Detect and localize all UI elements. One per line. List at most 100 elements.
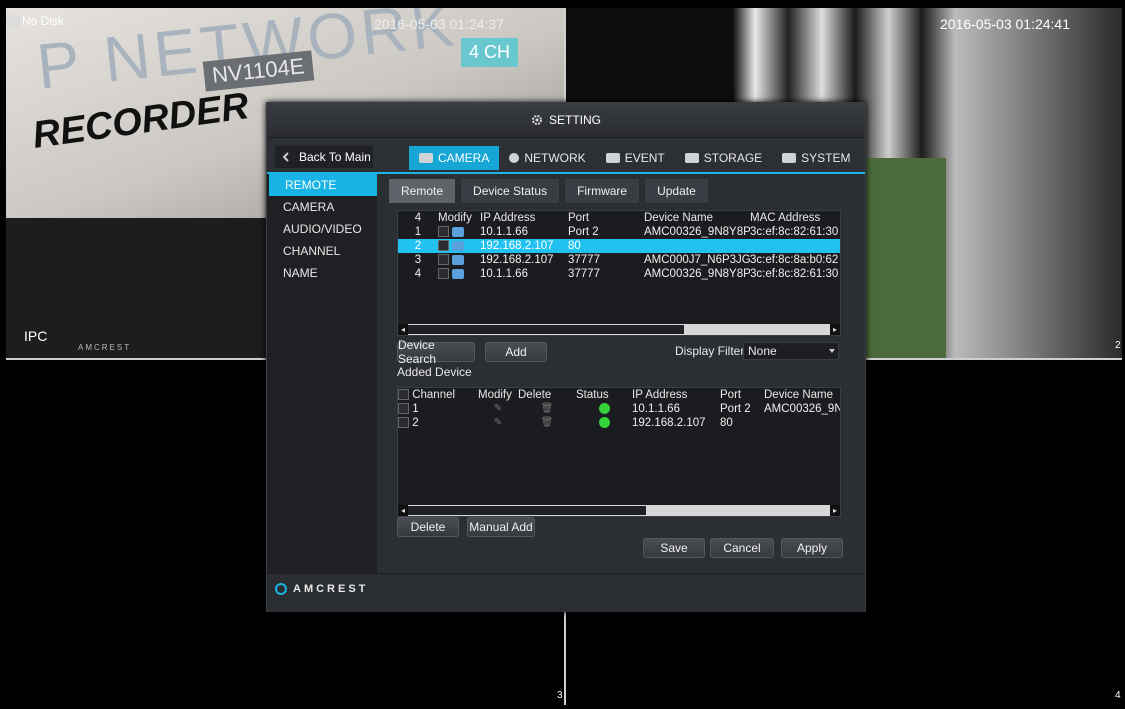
row-checkbox[interactable] bbox=[438, 240, 449, 252]
column-header-mac: MAC Address bbox=[750, 212, 821, 224]
gear-icon bbox=[531, 115, 542, 125]
scroll-left-icon[interactable]: ◂ bbox=[398, 324, 408, 335]
edit-icon[interactable] bbox=[452, 240, 465, 251]
column-header-device-name: Device Name bbox=[644, 212, 714, 224]
scroll-thumb[interactable] bbox=[408, 325, 684, 334]
row-channel-number: 1 bbox=[412, 403, 419, 415]
tab-camera[interactable]: CAMERA bbox=[409, 146, 500, 170]
trash-icon[interactable]: 🗑 bbox=[518, 416, 576, 430]
row-mac bbox=[750, 239, 840, 253]
device-search-button[interactable]: Device Search bbox=[397, 338, 475, 366]
sidebar-item-remote[interactable]: REMOTE bbox=[269, 174, 377, 196]
row-ip: 10.1.1.66 bbox=[480, 226, 528, 238]
column-header-device-name: Device Name bbox=[764, 389, 834, 401]
no-disk-status: No Disk bbox=[6, 14, 64, 28]
sidebar-item-camera[interactable]: CAMERA bbox=[267, 196, 377, 218]
row-status bbox=[576, 416, 632, 430]
chevron-down-icon bbox=[829, 349, 835, 353]
row-number: 4 bbox=[414, 268, 422, 280]
network-icon bbox=[509, 153, 520, 163]
horizontal-scrollbar[interactable]: ◂ ▸ bbox=[398, 505, 840, 516]
column-header-channel-label: Channel bbox=[412, 389, 456, 401]
camera-box-label: 4 CH bbox=[461, 38, 519, 67]
edit-icon[interactable] bbox=[452, 268, 465, 279]
row-status bbox=[576, 402, 632, 416]
added-device-label: Added Device bbox=[397, 365, 472, 379]
camera-timestamp-1: 2016-05-03 01:24:37 bbox=[374, 16, 504, 32]
tab-system[interactable]: SYSTEM bbox=[772, 146, 860, 170]
table-row-selected[interactable]: 2 192.168.2.107 80 bbox=[398, 239, 840, 253]
column-header-port: Port bbox=[568, 212, 590, 224]
tab-system-label: SYSTEM bbox=[801, 151, 851, 165]
camera-brand-watermark: AMCREST bbox=[78, 343, 132, 352]
edit-icon[interactable] bbox=[452, 226, 465, 237]
column-header-ip: IP Address bbox=[480, 212, 536, 224]
row-ip: 192.168.2.107 bbox=[480, 240, 554, 252]
added-device-table: Channel Modify Delete Status IP Address … bbox=[397, 387, 841, 517]
tab-update[interactable]: Update bbox=[645, 179, 708, 203]
column-header-count: 4 bbox=[414, 212, 422, 224]
storage-icon bbox=[684, 153, 699, 163]
row-port: 80 bbox=[568, 240, 581, 252]
status-online-icon bbox=[598, 403, 610, 415]
tab-storage[interactable]: STORAGE bbox=[675, 146, 772, 170]
row-port: Port 2 bbox=[568, 226, 599, 238]
tab-firmware[interactable]: Firmware bbox=[565, 179, 640, 203]
column-header-port: Port bbox=[720, 389, 742, 401]
row-checkbox[interactable] bbox=[438, 226, 449, 238]
row-checkbox[interactable] bbox=[398, 403, 409, 415]
scroll-left-icon[interactable]: ◂ bbox=[398, 505, 408, 516]
apply-button[interactable]: Apply bbox=[781, 538, 843, 558]
column-header-delete: Delete bbox=[518, 389, 552, 401]
display-filter-label: Display Filter bbox=[675, 344, 745, 358]
tab-network[interactable]: NETWORK bbox=[499, 146, 595, 170]
edit-icon[interactable] bbox=[452, 254, 465, 265]
row-channel: 2 bbox=[398, 416, 478, 430]
table-row[interactable]: 2 ✎ 🗑 192.168.2.107 80 bbox=[398, 416, 840, 430]
horizontal-scrollbar[interactable]: ◂ ▸ bbox=[398, 324, 840, 335]
scroll-thumb[interactable] bbox=[408, 506, 646, 515]
amcrest-logo: AMCREST bbox=[275, 583, 368, 595]
table-row[interactable]: 1 ✎ 🗑 10.1.1.66 Port 2 AMC00326_9N bbox=[398, 402, 840, 416]
column-header-status: Status bbox=[576, 389, 609, 401]
main-tabs: CAMERA NETWORK EVENT STORAGE SYSTEM bbox=[409, 146, 861, 170]
logo-ring-icon bbox=[275, 583, 287, 595]
row-modify bbox=[438, 225, 480, 239]
row-modify bbox=[438, 239, 480, 253]
row-device-name: AMC00326_9N8Y8P bbox=[644, 226, 750, 238]
row-mac: 3c:ef:8c:82:61:30 bbox=[750, 268, 839, 280]
back-to-main-button[interactable]: Back To Main bbox=[275, 146, 373, 168]
table-row[interactable]: 4 10.1.1.66 37777 AMC00326_9N8Y8P 3c:ef:… bbox=[398, 267, 840, 281]
pencil-icon[interactable]: ✎ bbox=[478, 402, 518, 416]
manual-add-button[interactable]: Manual Add bbox=[467, 517, 535, 537]
sidebar-item-channel-name[interactable]: CHANNEL NAME bbox=[267, 240, 377, 280]
trash-icon[interactable]: 🗑 bbox=[518, 402, 576, 416]
camera-ipc-label: IPC bbox=[24, 328, 48, 344]
select-all-checkbox[interactable] bbox=[398, 389, 409, 401]
table-row[interactable]: 1 10.1.1.66 Port 2 AMC00326_9N8Y8P 3c:ef… bbox=[398, 225, 840, 239]
camera-number-4: 4 bbox=[1115, 690, 1121, 701]
display-filter-select[interactable]: None bbox=[743, 342, 839, 360]
save-button[interactable]: Save bbox=[643, 538, 705, 558]
delete-button[interactable]: Delete bbox=[397, 517, 459, 537]
system-icon bbox=[782, 153, 797, 163]
scroll-right-icon[interactable]: ▸ bbox=[830, 324, 840, 335]
tab-event[interactable]: EVENT bbox=[596, 146, 675, 170]
scroll-right-icon[interactable]: ▸ bbox=[830, 505, 840, 516]
add-button[interactable]: Add bbox=[485, 342, 547, 362]
tab-remote[interactable]: Remote bbox=[389, 179, 456, 203]
sidebar-item-audio-video[interactable]: AUDIO/VIDEO bbox=[267, 218, 377, 240]
row-checkbox[interactable] bbox=[438, 254, 449, 266]
pencil-icon[interactable]: ✎ bbox=[478, 416, 518, 430]
row-checkbox[interactable] bbox=[438, 268, 449, 280]
device-search-table: 4 Modify IP Address Port Device Name MAC… bbox=[397, 210, 841, 336]
row-port: 37777 bbox=[568, 268, 600, 280]
no-disk-label: No Disk bbox=[22, 14, 65, 28]
table-row[interactable]: 3 192.168.2.107 37777 AMC000J7_N6P3JG 3c… bbox=[398, 253, 840, 267]
tab-device-status[interactable]: Device Status bbox=[461, 179, 560, 203]
tab-storage-label: STORAGE bbox=[703, 151, 763, 165]
row-checkbox[interactable] bbox=[398, 417, 409, 429]
cancel-button[interactable]: Cancel bbox=[710, 538, 774, 558]
row-channel: 1 bbox=[398, 402, 478, 416]
remote-content: Remote Device Status Firmware Update bbox=[389, 179, 859, 203]
